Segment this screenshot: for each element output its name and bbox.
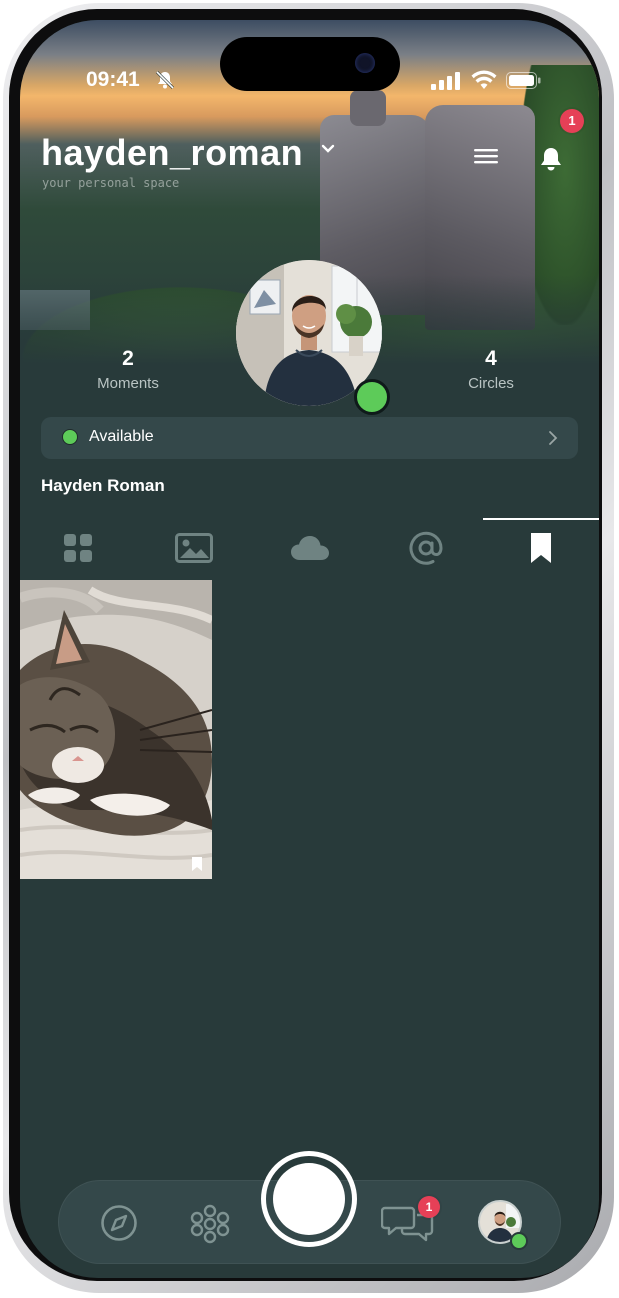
image-icon (175, 533, 213, 563)
grid-icon (64, 534, 92, 562)
availability-dot (62, 429, 78, 445)
full-name: Hayden Roman (41, 476, 165, 495)
tagline: your personal space (42, 176, 180, 190)
screen: 09:41 hayden_roman your personal space 1 (20, 20, 599, 1278)
saved-post-tile[interactable] (20, 580, 212, 879)
circles-label: Circles (468, 375, 514, 392)
silent-mode-icon (155, 70, 175, 90)
tab-mentions[interactable] (368, 518, 484, 578)
moments-stat[interactable]: 2 Moments (68, 347, 188, 392)
tab-saved[interactable] (483, 518, 599, 578)
at-icon (409, 531, 443, 565)
capture-button-inner[interactable] (273, 1163, 345, 1235)
online-status-dot (354, 379, 390, 415)
wifi-icon (471, 70, 497, 89)
cellular-signal-icon (431, 72, 460, 90)
menu-icon[interactable] (474, 147, 500, 165)
status-time: 09:41 (86, 68, 140, 91)
circles-count: 4 (485, 347, 497, 370)
bookmark-icon (531, 533, 551, 563)
notifications-bell-icon[interactable] (538, 145, 564, 173)
battery-icon (506, 72, 541, 89)
nav-online-dot (510, 1232, 528, 1250)
availability-row[interactable]: Available (41, 417, 578, 459)
compass-icon[interactable] (100, 1204, 138, 1242)
front-camera (355, 53, 375, 73)
bookmark-icon (192, 857, 202, 871)
moments-label: Moments (97, 375, 159, 392)
notifications-badge: 1 (560, 109, 584, 133)
circles-icon[interactable] (190, 1204, 230, 1244)
tab-grid[interactable] (20, 518, 136, 578)
chevron-right-icon (549, 431, 558, 445)
tab-cloud[interactable] (252, 518, 368, 578)
availability-label: Available (89, 428, 154, 445)
moments-count: 2 (122, 347, 134, 370)
circles-stat[interactable]: 4 Circles (431, 347, 551, 392)
cloud-icon (291, 536, 329, 560)
tab-photos[interactable] (136, 518, 252, 578)
profile-tabs (20, 518, 599, 578)
username[interactable]: hayden_roman (41, 132, 303, 174)
messages-badge: 1 (418, 1196, 440, 1218)
chevron-down-icon[interactable] (321, 144, 335, 154)
